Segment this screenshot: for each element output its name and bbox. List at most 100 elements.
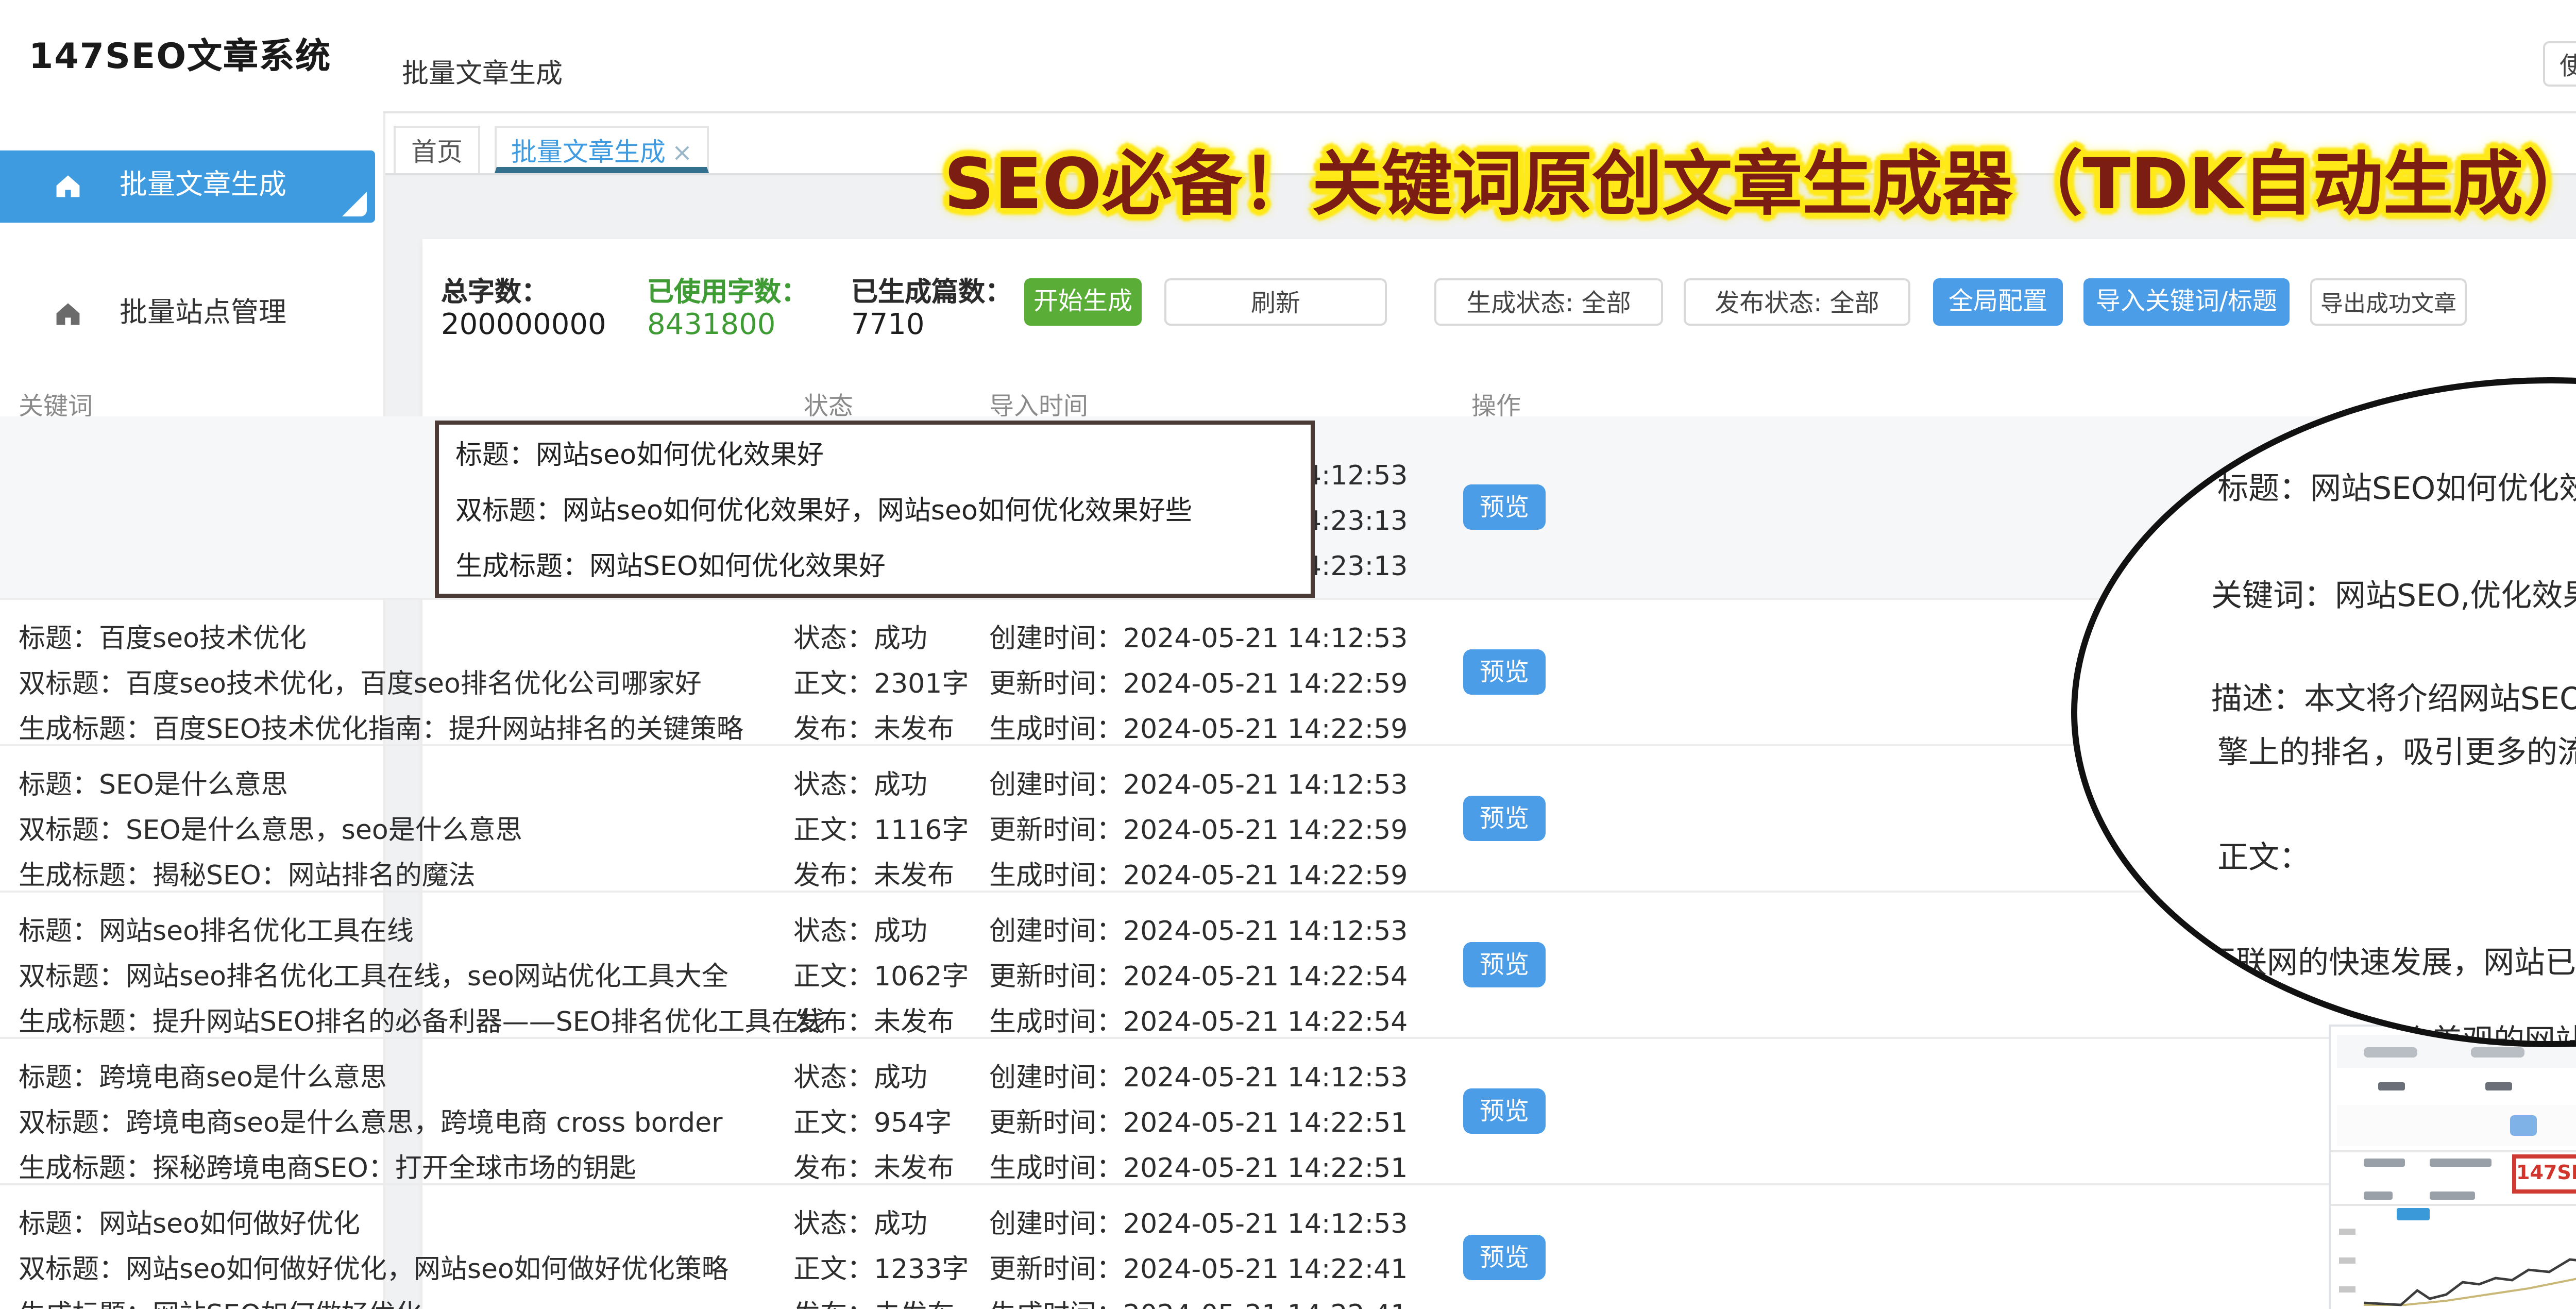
- tab-home[interactable]: 首页: [394, 126, 480, 173]
- keyword-cell-line: 生成标题：百度SEO技术优化指南：提升网站排名的关键策略: [19, 707, 743, 746]
- sidebar-item-batch-article[interactable]: 批量文章生成: [0, 150, 375, 223]
- overlay-body-1: 互联网的快速发展，网站已经成为企业: [2205, 940, 2576, 983]
- home-icon: [54, 171, 82, 200]
- status-cell-line: 状态：成功: [793, 1055, 927, 1095]
- time-cell-line: 生成时间：2024-05-21 14:22:54: [989, 1000, 1408, 1039]
- table-row: 标题：跨境电商seo是什么意思双标题：跨境电商seo是什么意思，跨境电商 cro…: [0, 1039, 2576, 1185]
- keyword-cell-line: 双标题：跨境电商seo是什么意思，跨境电商 cross border: [19, 1101, 723, 1140]
- status-cell-line: 正文：1116字: [793, 808, 969, 847]
- time-cell-line: 创建时间：2024-05-21 14:12:53: [989, 1202, 1408, 1241]
- status-cell-line: 状态：成功: [793, 1202, 927, 1241]
- total-words-value: 200000000: [441, 309, 606, 342]
- overlay-description-1: 描述：本文将介绍网站SEO的优化方法，帮助您提升网: [2211, 676, 2576, 719]
- mini-icon-band: [2337, 1105, 2576, 1146]
- app-logo: 147SEO文章系统: [29, 27, 331, 78]
- mini-blue-icon: [2510, 1115, 2537, 1136]
- tutorial-button[interactable]: 使用教程: [2543, 41, 2576, 87]
- status-cell-line: 发布：未发布: [793, 1293, 954, 1309]
- overlay-description-2: 擎上的排名，吸引更多的流量和用户。: [2217, 730, 2576, 773]
- preview-button[interactable]: 预览: [1463, 942, 1546, 987]
- annotation-line: 标题：网站seo如何优化效果好: [455, 433, 824, 472]
- keyword-annotation-box: 标题：网站seo如何优化效果好 双标题：网站seo如何优化效果好，网站seo如何…: [435, 421, 1315, 598]
- time-cell-line: 创建时间：2024-05-21 14:12:53: [989, 1055, 1408, 1095]
- keyword-cell-line: 双标题：SEO是什么意思，seo是什么意思: [19, 808, 522, 847]
- status-cell-line: 正文：1062字: [793, 954, 969, 994]
- generated-count-value: 7710: [851, 309, 925, 342]
- keyword-cell-line: 生成标题：网站SEO如何做好优化: [19, 1293, 422, 1309]
- keyword-cell-line: 标题：SEO是什么意思: [19, 763, 288, 802]
- time-cell-line: 更新时间：2024-05-21 14:22:59: [989, 808, 1408, 847]
- preview-button[interactable]: 预览: [1463, 1088, 1546, 1134]
- generated-count-label: 已生成篇数：: [851, 270, 1012, 309]
- tab-label: 批量文章生成: [511, 136, 666, 167]
- time-cell-line: 创建时间：2024-05-21 14:12:53: [989, 763, 1408, 802]
- tab-batch-article[interactable]: 批量文章生成×: [495, 126, 709, 173]
- keyword-cell-line: 生成标题：揭秘SEO：网站排名的魔法: [19, 853, 476, 893]
- breadcrumb: 批量文章生成: [402, 52, 563, 91]
- sidebar-item-label: 批量站点管理: [120, 278, 286, 350]
- keyword-cell-line: 生成标题：探秘跨境电商SEO：打开全球市场的钥匙: [19, 1146, 636, 1185]
- time-cell-line: 创建时间：2024-05-21 14:12:53: [989, 909, 1408, 948]
- preview-button[interactable]: 预览: [1463, 649, 1546, 695]
- preview-button[interactable]: 预览: [1463, 796, 1546, 841]
- refresh-button[interactable]: 刷新: [1164, 278, 1387, 326]
- start-generate-button[interactable]: 开始生成: [1024, 278, 1142, 326]
- time-cell-line: 生成时间：2024-05-21 14:22:41: [989, 1293, 1408, 1309]
- time-cell-line: 生成时间：2024-05-21 14:22:51: [989, 1146, 1408, 1185]
- publish-status-select[interactable]: 发布状态: 全部: [1684, 278, 1910, 326]
- status-cell-line: 正文：954字: [793, 1101, 952, 1140]
- active-notch-icon: [342, 192, 367, 216]
- sidebar-item-site-manage[interactable]: 批量站点管理: [0, 278, 375, 350]
- total-words-label: 总字数：: [441, 270, 548, 309]
- global-config-button[interactable]: 全局配置: [1933, 278, 2063, 326]
- overlay-keywords: 关键词：网站SEO,优化效果,搜索引擎排名,流量,用户: [2211, 573, 2576, 616]
- keyword-cell-line: 标题：网站seo排名优化工具在线: [19, 909, 414, 948]
- time-cell-line: 更新时间：2024-05-21 14:22:54: [989, 954, 1408, 994]
- used-words-label: 已使用字数：: [647, 270, 808, 309]
- overlay-title: 标题：网站SEO如何优化效果好: [2217, 466, 2576, 509]
- sidebar-item-label: 批量文章生成: [120, 150, 286, 223]
- keyword-cell-line: 双标题：网站seo排名优化工具在线，seo网站优化工具大全: [19, 954, 728, 994]
- preview-button[interactable]: 预览: [1463, 484, 1546, 530]
- time-cell-line: 更新时间：2024-05-21 14:22:59: [989, 662, 1408, 701]
- mini-line-chart-1: [2339, 1208, 2576, 1307]
- status-cell-line: 发布：未发布: [793, 1000, 954, 1039]
- annotation-line: 生成标题：网站SEO如何优化效果好: [455, 544, 886, 583]
- status-cell-line: 状态：成功: [793, 763, 927, 802]
- keyword-cell-line: 标题：跨境电商seo是什么意思: [19, 1055, 387, 1095]
- app-window: 147SEO文章系统 批量文章生成 使用教程 联系客服 65e4811dfb64…: [0, 0, 2576, 1309]
- home-icon: [54, 299, 82, 328]
- chart-legend-chip: [2397, 1208, 2430, 1220]
- status-cell-line: 正文：1233字: [793, 1247, 969, 1286]
- mini-table-numbers: [2337, 1080, 2576, 1093]
- overlay-body-label: 正文：: [2217, 835, 2310, 878]
- keyword-cell-line: 标题：百度seo技术优化: [19, 616, 307, 656]
- export-success-button[interactable]: 导出成功文章: [2310, 278, 2467, 326]
- preview-button[interactable]: 预览: [1463, 1235, 1546, 1280]
- time-cell-line: 更新时间：2024-05-21 14:22:41: [989, 1247, 1408, 1286]
- annotation-line: 双标题：网站seo如何优化效果好，网站seo如何优化效果好些: [455, 489, 1192, 528]
- case-screenshot: 147SEO官网案例，收录和排名稳定上升！: [2329, 1025, 2576, 1309]
- close-icon[interactable]: ×: [672, 138, 692, 167]
- top-bar: 147SEO文章系统 批量文章生成 使用教程 联系客服 65e4811dfb64…: [0, 0, 2576, 113]
- keyword-cell-line: 双标题：网站seo如何做好优化，网站seo如何做好优化策略: [19, 1247, 728, 1286]
- status-cell-line: 状态：成功: [793, 616, 927, 656]
- time-cell-line: 生成时间：2024-05-21 14:22:59: [989, 853, 1408, 893]
- keyword-cell-line: 标题：网站seo如何做好优化: [19, 1202, 360, 1241]
- used-words-value: 8431800: [647, 309, 775, 342]
- generate-status-select[interactable]: 生成状态: 全部: [1434, 278, 1663, 326]
- table-row: 标题：网站seo如何做好优化双标题：网站seo如何做好优化，网站seo如何做好优…: [0, 1185, 2576, 1309]
- time-cell-line: 创建时间：2024-05-21 14:12:53: [989, 616, 1408, 656]
- promo-headline: SEO必备！关键词原创文章生成器（TDK自动生成）: [944, 128, 2576, 229]
- status-cell-line: 状态：成功: [793, 909, 927, 948]
- table-header: 关键词 状态 导入时间 操作: [0, 388, 2576, 416]
- keyword-cell-line: 生成标题：提升网站SEO排名的必备利器——SEO排名优化工具在线: [19, 1000, 825, 1039]
- time-cell-line: 更新时间：2024-05-21 14:22:51: [989, 1101, 1408, 1140]
- status-cell-line: 发布：未发布: [793, 853, 954, 893]
- status-cell-line: 发布：未发布: [793, 707, 954, 746]
- time-cell-line: 生成时间：2024-05-21 14:22:59: [989, 707, 1408, 746]
- keyword-cell-line: 双标题：百度seo技术优化，百度seo排名优化公司哪家好: [19, 662, 702, 701]
- case-banner: 147SEO官网案例，收录和排名稳定上升！: [2512, 1154, 2576, 1194]
- status-cell-line: 正文：2301字: [793, 662, 969, 701]
- import-keywords-button[interactable]: 导入关键词/标题: [2083, 278, 2290, 326]
